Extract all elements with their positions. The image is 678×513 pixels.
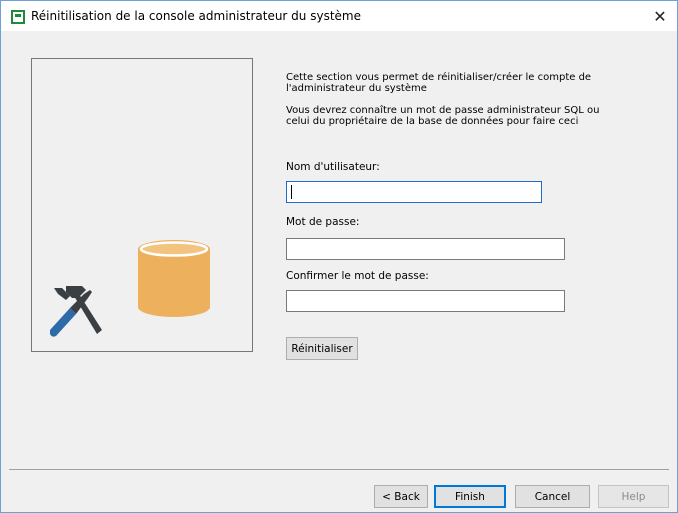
back-button[interactable]: < Back bbox=[374, 485, 428, 508]
description-text-1: Cette section vous permet de réinitialis… bbox=[286, 72, 592, 94]
cancel-button[interactable]: Cancel bbox=[515, 485, 590, 508]
text-caret bbox=[291, 185, 292, 199]
app-window-icon bbox=[11, 10, 25, 24]
username-input[interactable] bbox=[286, 181, 542, 203]
username-label: Nom d'utilisateur: bbox=[286, 161, 380, 173]
description-text-2: Vous devrez connaître un mot de passe ad… bbox=[286, 105, 600, 127]
help-button[interactable]: Help bbox=[598, 485, 669, 508]
finish-button[interactable]: Finish bbox=[434, 485, 506, 508]
password-input[interactable] bbox=[286, 238, 565, 260]
database-icon bbox=[138, 240, 210, 317]
window-title: Réinitilisation de la console administra… bbox=[31, 9, 361, 23]
dialog-window: Réinitilisation de la console administra… bbox=[0, 0, 678, 513]
tools-icon bbox=[50, 286, 102, 337]
illustration-panel bbox=[31, 58, 253, 352]
reset-button[interactable]: Réinitialiser bbox=[286, 337, 358, 360]
confirm-password-label: Confirmer le mot de passe: bbox=[286, 270, 429, 282]
title-bar: Réinitilisation de la console administra… bbox=[1, 1, 677, 31]
footer-divider bbox=[9, 469, 669, 470]
confirm-password-input[interactable] bbox=[286, 290, 565, 312]
password-label: Mot de passe: bbox=[286, 216, 360, 228]
close-button[interactable]: ✕ bbox=[643, 1, 677, 31]
